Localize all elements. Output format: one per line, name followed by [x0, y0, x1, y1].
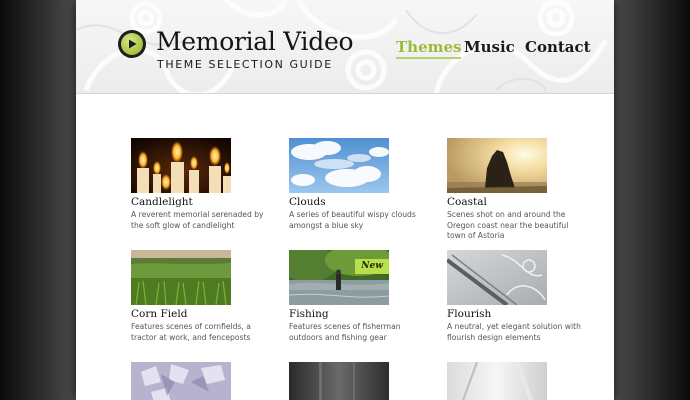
theme-description: A series of beautiful wispy clouds among… — [289, 210, 416, 230]
theme-title[interactable]: Corn Field — [131, 308, 187, 320]
theme-title[interactable]: Fishing — [289, 308, 329, 320]
theme-title[interactable]: Flourish — [447, 308, 491, 320]
theme-thumbnail[interactable] — [131, 250, 231, 305]
theme-thumbnail[interactable] — [289, 138, 389, 193]
page-container: Memorial Video THEME SELECTION GUIDE The… — [76, 0, 614, 400]
theme-thumbnail[interactable] — [447, 250, 547, 305]
theme-thumbnail[interactable] — [289, 362, 389, 400]
nav-music-link[interactable]: Music — [464, 38, 515, 56]
nav-contact-link[interactable]: Contact — [525, 38, 591, 56]
theme-title[interactable]: Candlelight — [131, 196, 193, 208]
theme-thumbnail[interactable] — [131, 138, 231, 193]
theme-description: Features scenes of cornfields, a tractor… — [131, 322, 251, 342]
main-nav: Themes Music Contact — [76, 38, 614, 60]
theme-thumbnail[interactable] — [447, 362, 547, 400]
nav-themes-link[interactable]: Themes — [396, 38, 462, 59]
theme-thumbnail[interactable] — [447, 138, 547, 193]
theme-title[interactable]: Clouds — [289, 196, 326, 208]
new-badge: New — [355, 259, 389, 274]
theme-description: Scenes shot on and around the Oregon coa… — [447, 210, 569, 240]
theme-description: A neutral, yet elegant solution with flo… — [447, 322, 581, 342]
theme-thumbnail[interactable] — [131, 362, 231, 400]
site-header: Memorial Video THEME SELECTION GUIDE The… — [76, 0, 614, 94]
theme-description: A reverent memorial serenaded by the sof… — [131, 210, 264, 230]
theme-description: Features scenes of fisherman outdoors an… — [289, 322, 401, 342]
theme-thumbnail[interactable]: New — [289, 250, 389, 305]
theme-title[interactable]: Coastal — [447, 196, 487, 208]
